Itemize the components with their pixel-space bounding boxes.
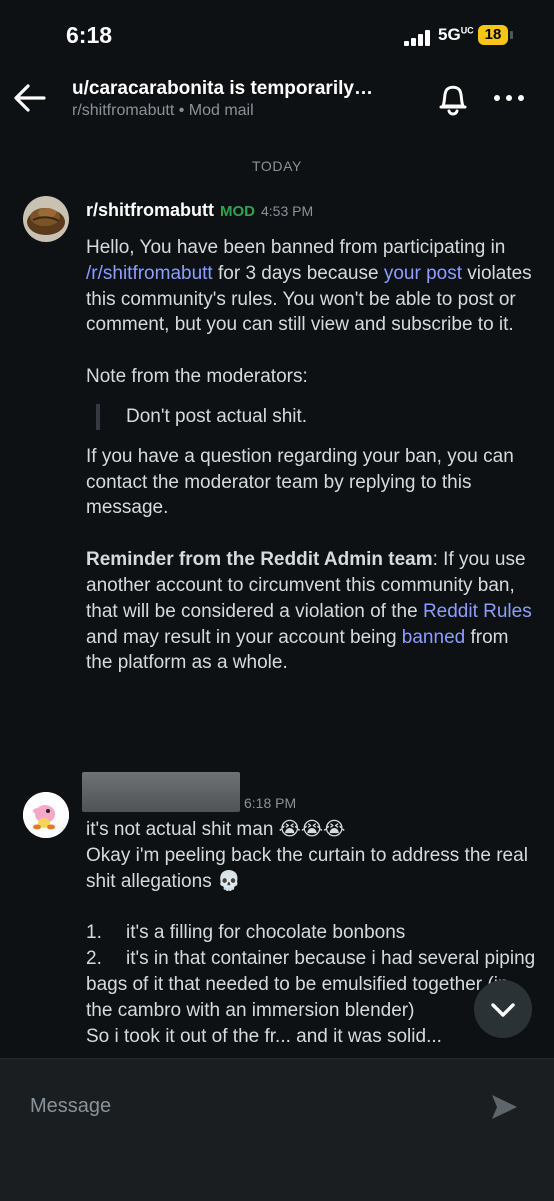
conversation-header: u/caracarabonita is temporarily… r/shitf…	[0, 70, 554, 130]
message-composer: Message	[0, 1058, 554, 1201]
moderator-note-quote: Don't post actual shit.	[96, 403, 538, 430]
message-body: Hello, You have been banned from partici…	[86, 235, 538, 676]
banned-link[interactable]: banned	[402, 627, 465, 648]
sender-name[interactable]: r/shitfromabutt	[86, 200, 214, 220]
mod-badge: MOD	[220, 203, 255, 220]
contact-paragraph: If you have a question regarding your ba…	[86, 445, 514, 519]
reddit-rules-link[interactable]: Reddit Rules	[423, 601, 532, 622]
ban-notice-paragraph: Hello, You have been banned from partici…	[86, 237, 532, 336]
send-icon[interactable]	[488, 1091, 520, 1123]
clock: 6:18	[66, 22, 113, 48]
user-avatar[interactable]	[23, 792, 69, 838]
signal-strength-icon	[404, 30, 432, 46]
admin-reminder-paragraph: Reminder from the Reddit Admin team: If …	[86, 549, 532, 674]
conversation-subtitle[interactable]: r/shitfromabutt • Mod mail	[72, 102, 254, 120]
scroll-to-bottom-button[interactable]	[474, 980, 532, 1038]
message-input[interactable]: Message	[30, 1095, 111, 1118]
subreddit-link[interactable]: /r/shitfromabutt	[86, 263, 213, 284]
message-time: 4:53 PM	[261, 203, 314, 219]
battery-tip	[510, 31, 513, 39]
more-horizontal-icon[interactable]	[492, 86, 526, 110]
message-header: r/shitfromabutt MOD 4:53 PM	[86, 200, 313, 221]
list-item: 2. it's in that container because i had s…	[86, 948, 536, 1021]
reply-line-cut: So i took it out of the fr... and it was…	[86, 1025, 442, 1047]
reply-line: Okay i'm peeling back the curtain to add…	[86, 844, 528, 892]
bell-icon[interactable]	[434, 78, 472, 118]
message-time: 6:18 PM	[244, 795, 297, 811]
moderator-note-label: Note from the moderators:	[86, 366, 308, 388]
back-arrow-icon[interactable]	[10, 80, 50, 116]
battery-icon: 18	[478, 25, 508, 45]
reply-line: it's not actual shit man 😭😭😭	[86, 819, 346, 840]
message-body: it's not actual shit man 😭😭😭 Okay i'm pe…	[86, 817, 538, 1058]
redacted-username	[82, 772, 240, 812]
network-indicator: 5GUC	[438, 25, 474, 44]
post-link[interactable]: your post	[384, 263, 462, 284]
day-separator: TODAY	[252, 158, 302, 174]
list-item: 1. it's a filling for chocolate bonbons	[86, 922, 406, 944]
subreddit-avatar[interactable]	[23, 196, 69, 242]
conversation-title: u/caracarabonita is temporarily…	[72, 78, 373, 99]
status-bar: 6:18 5GUC 18	[0, 0, 554, 70]
